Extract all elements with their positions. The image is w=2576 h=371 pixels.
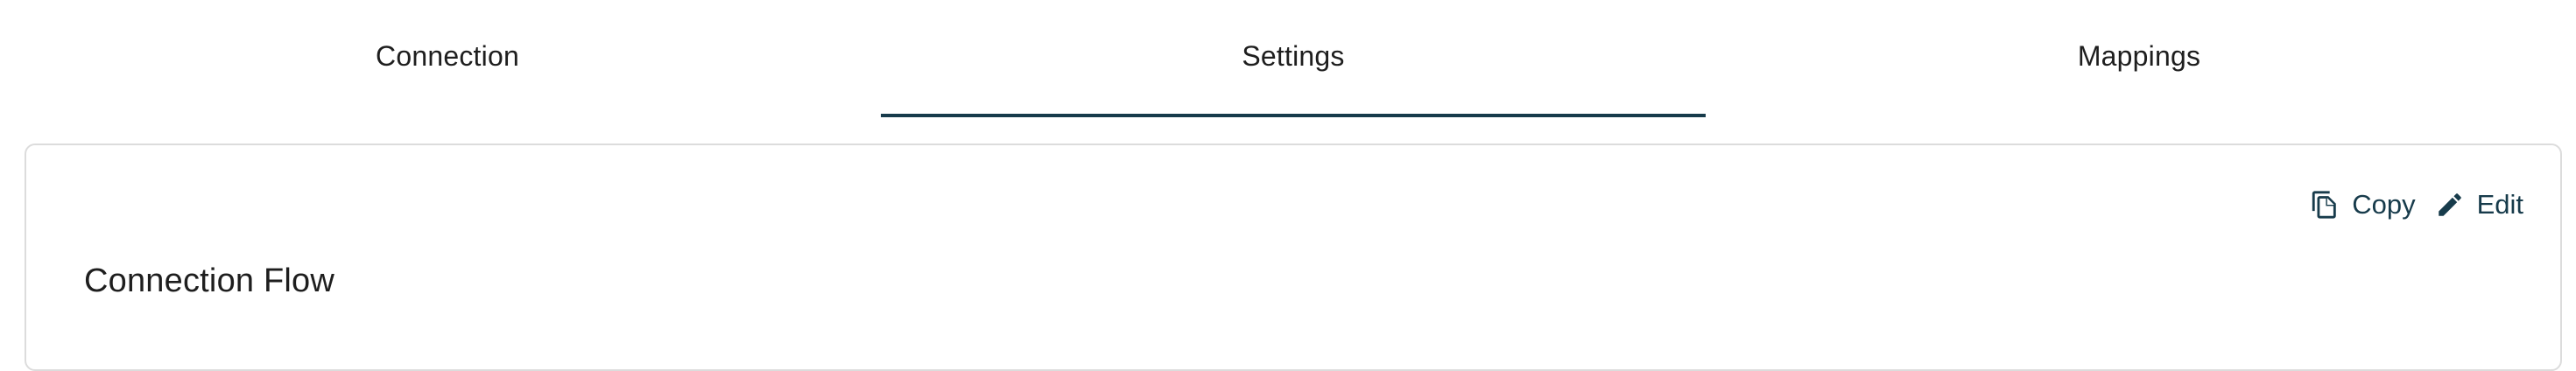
copy-button[interactable]: Copy — [2310, 189, 2416, 220]
edit-label: Edit — [2476, 189, 2523, 220]
edit-button[interactable]: Edit — [2435, 189, 2523, 220]
tab-label: Mappings — [2077, 39, 2201, 72]
tab-settings[interactable]: Settings — [870, 0, 1716, 117]
pencil-icon — [2435, 190, 2465, 220]
card-actions: Copy Edit — [2310, 189, 2523, 220]
section-title: Connection Flow — [84, 262, 335, 299]
tab-connection[interactable]: Connection — [25, 0, 870, 117]
tab-bar: Connection Settings Mappings — [25, 0, 2562, 117]
settings-card: Copy Edit Connection Flow — [25, 144, 2562, 371]
tab-label: Connection — [376, 39, 519, 72]
copy-label: Copy — [2352, 189, 2416, 220]
tab-mappings[interactable]: Mappings — [1716, 0, 2562, 117]
copy-icon — [2310, 190, 2340, 220]
tab-label: Settings — [1242, 39, 1345, 72]
